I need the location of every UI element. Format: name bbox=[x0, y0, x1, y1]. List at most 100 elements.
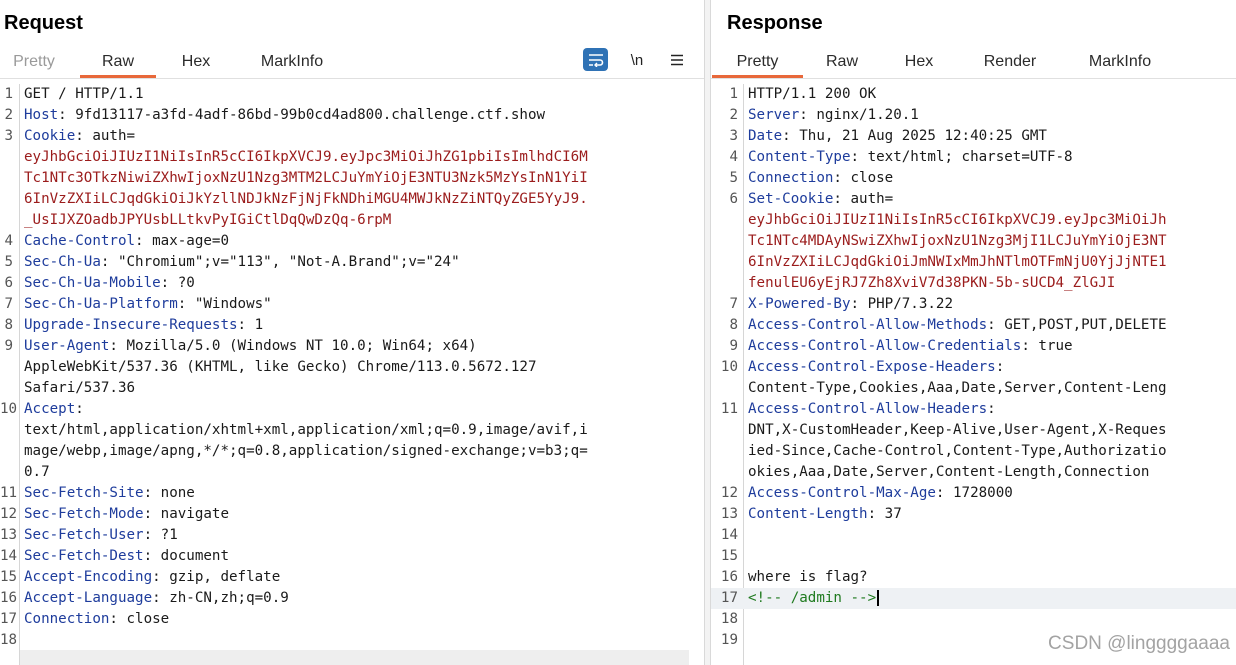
header-value: 37 bbox=[876, 506, 902, 522]
response-line: 7 X-Powered-By: PHP/7.3.22 bbox=[711, 294, 1236, 315]
line-number: 11 bbox=[720, 401, 738, 417]
header-name: Cache-Control bbox=[24, 233, 136, 249]
line-number: 14 bbox=[720, 527, 738, 543]
request-line: 13 Sec-Fetch-User: ?1 bbox=[0, 525, 704, 546]
response-line: 4 Content-Type: text/html; charset=UTF-8 bbox=[711, 147, 1236, 168]
header-line: Sec-Fetch-Mode: navigate bbox=[24, 506, 230, 522]
response-tab-markinfo[interactable]: MarkInfo bbox=[1079, 48, 1161, 76]
request-editor[interactable]: 1 GET / HTTP/1.1 2 Host: 9fd13117-a3fd-4adf… bbox=[0, 84, 704, 665]
request-tab-markinfo[interactable]: MarkInfo bbox=[252, 48, 332, 76]
line-number: 14 bbox=[0, 548, 18, 564]
header-line: Access-Control-Max-Age: 1728000 bbox=[748, 485, 1013, 501]
request-line: 14 Sec-Fetch-Dest: document bbox=[0, 546, 704, 567]
request-menu-button[interactable] bbox=[664, 48, 690, 72]
header-value: document bbox=[152, 548, 230, 564]
body-text: ied-Since,Cache-Control,Content-Type,Aut… bbox=[748, 443, 1167, 459]
response-line: 1 HTTP/1.1 200 OK bbox=[711, 84, 1236, 105]
header-name: Connection bbox=[24, 611, 110, 627]
header-name: Sec-Ch-Ua-Mobile bbox=[24, 275, 161, 291]
header-value: GET,POST,PUT,DELETE bbox=[995, 317, 1167, 333]
header-name: Sec-Fetch-Dest bbox=[24, 548, 144, 564]
response-title: Response bbox=[727, 12, 823, 34]
response-tabs: Pretty Raw Hex Render MarkInfo bbox=[711, 48, 1236, 78]
cookie-token-text: eyJhbGciOiJIUzI1NiIsInR5cCI6IkpXVCJ9.eyJ… bbox=[748, 212, 1167, 228]
body-text: 0.7 bbox=[24, 464, 50, 480]
request-line: 4 Cache-Control: max-age=0 bbox=[0, 231, 704, 252]
header-line: X-Powered-By: PHP/7.3.22 bbox=[748, 296, 954, 312]
response-line: 2 Server: nginx/1.20.1 bbox=[711, 105, 1236, 126]
response-line: 6InVzZXIiLCJqdGkiOiJmNWIxMmJhNTlmOTFmNjU… bbox=[711, 252, 1236, 273]
newline-label: \n bbox=[630, 51, 644, 69]
request-tab-hex[interactable]: Hex bbox=[173, 48, 219, 76]
header-name: Access-Control-Allow-Headers bbox=[748, 401, 988, 417]
header-line: Server: nginx/1.20.1 bbox=[748, 107, 919, 123]
header-value: "Chromium";v="113", "Not-A.Brand";v="24" bbox=[109, 254, 460, 270]
response-line: 6 Set-Cookie: auth= bbox=[711, 189, 1236, 210]
response-tab-raw[interactable]: Raw bbox=[820, 48, 864, 76]
line-number: 7 bbox=[4, 296, 13, 312]
response-line: 18 bbox=[711, 609, 1236, 630]
response-line: 11 Access-Control-Allow-Headers: bbox=[711, 399, 1236, 420]
line-number: 13 bbox=[0, 527, 18, 543]
cookie-token-text: Tc1NTc4MDAyNSwiZXhwIjoxNzU1Nzg3MjI1LCJuY… bbox=[748, 233, 1167, 249]
header-line: Access-Control-Allow-Credentials: true bbox=[748, 338, 1073, 354]
header-line: Date: Thu, 21 Aug 2025 12:40:25 GMT bbox=[748, 128, 1047, 144]
header-name: Access-Control-Expose-Headers bbox=[748, 359, 996, 375]
header-value: close bbox=[841, 170, 894, 186]
request-line: 1 GET / HTTP/1.1 bbox=[0, 84, 704, 105]
response-line: 12 Access-Control-Max-Age: 1728000 bbox=[711, 483, 1236, 504]
request-line: 15 Accept-Encoding: gzip, deflate bbox=[0, 567, 704, 588]
request-current-line bbox=[20, 650, 689, 665]
header-value: 1728000 bbox=[944, 485, 1013, 501]
request-tab-raw[interactable]: Raw bbox=[80, 48, 156, 78]
response-line: 8 Access-Control-Allow-Methods: GET,POST,… bbox=[711, 315, 1236, 336]
line-number: 3 bbox=[4, 128, 13, 144]
show-newlines-button[interactable]: \n bbox=[624, 48, 650, 72]
line-number: 15 bbox=[720, 548, 738, 564]
request-line: AppleWebKit/537.36 (KHTML, like Gecko) C… bbox=[0, 357, 704, 378]
text-caret bbox=[877, 590, 880, 606]
wrap-lines-icon bbox=[588, 53, 603, 67]
header-name: User-Agent bbox=[24, 338, 110, 354]
line-number: 18 bbox=[0, 632, 18, 648]
response-line: 9 Access-Control-Allow-Credentials: true bbox=[711, 336, 1236, 357]
header-value: ?0 bbox=[169, 275, 195, 291]
header-line: Connection: close bbox=[748, 170, 894, 186]
line-number: 17 bbox=[720, 590, 738, 606]
response-editor[interactable]: 1 HTTP/1.1 200 OK 2 Server: nginx/1.20.1 3 Da… bbox=[711, 84, 1236, 665]
wrap-lines-button[interactable] bbox=[583, 48, 608, 71]
header-name: Sec-Ch-Ua-Platform bbox=[24, 296, 178, 312]
header-name: Content-Type bbox=[748, 149, 851, 165]
line-number: 16 bbox=[720, 569, 738, 585]
header-name: Connection bbox=[748, 170, 834, 186]
request-tab-pretty[interactable]: Pretty bbox=[9, 48, 59, 76]
header-line: Access-Control-Allow-Headers: bbox=[748, 401, 996, 417]
request-panel: Request Pretty Raw Hex MarkInfo \n 1 GET … bbox=[0, 0, 704, 665]
request-line: 6 Sec-Ch-Ua-Mobile: ?0 bbox=[0, 273, 704, 294]
header-name: Access-Control-Max-Age bbox=[748, 485, 936, 501]
body-text: text/html,application/xhtml+xml,applicat… bbox=[24, 422, 588, 438]
request-line: 11 Sec-Fetch-Site: none bbox=[0, 483, 704, 504]
request-line: 3 Cookie: auth= bbox=[0, 126, 704, 147]
header-line: Sec-Ch-Ua-Platform: "Windows" bbox=[24, 296, 272, 312]
header-name: Sec-Ch-Ua bbox=[24, 254, 101, 270]
request-line: 18 bbox=[0, 630, 704, 651]
line-number: 10 bbox=[0, 401, 18, 417]
response-line: DNT,X-CustomHeader,Keep-Alive,User-Agent… bbox=[711, 420, 1236, 441]
html-comment: <!-- /admin --> bbox=[748, 590, 877, 606]
response-tab-pretty[interactable]: Pretty bbox=[712, 48, 803, 78]
panel-splitter[interactable] bbox=[704, 0, 711, 665]
body-text: GET / HTTP/1.1 bbox=[24, 86, 144, 102]
response-tab-hex[interactable]: Hex bbox=[897, 48, 941, 76]
header-value: PHP/7.3.22 bbox=[859, 296, 954, 312]
header-value: auth= bbox=[841, 191, 894, 207]
response-tab-render[interactable]: Render bbox=[975, 48, 1045, 76]
response-panel: Response Pretty Raw Hex Render MarkInfo … bbox=[711, 0, 1236, 665]
line-number: 1 bbox=[4, 86, 13, 102]
body-text: AppleWebKit/537.36 (KHTML, like Gecko) C… bbox=[24, 359, 537, 375]
header-line: Access-Control-Expose-Headers: bbox=[748, 359, 1005, 375]
header-line: Content-Type: text/html; charset=UTF-8 bbox=[748, 149, 1073, 165]
body-text: HTTP/1.1 200 OK bbox=[748, 86, 877, 102]
request-line: text/html,application/xhtml+xml,applicat… bbox=[0, 420, 704, 441]
header-name: X-Powered-By bbox=[748, 296, 851, 312]
